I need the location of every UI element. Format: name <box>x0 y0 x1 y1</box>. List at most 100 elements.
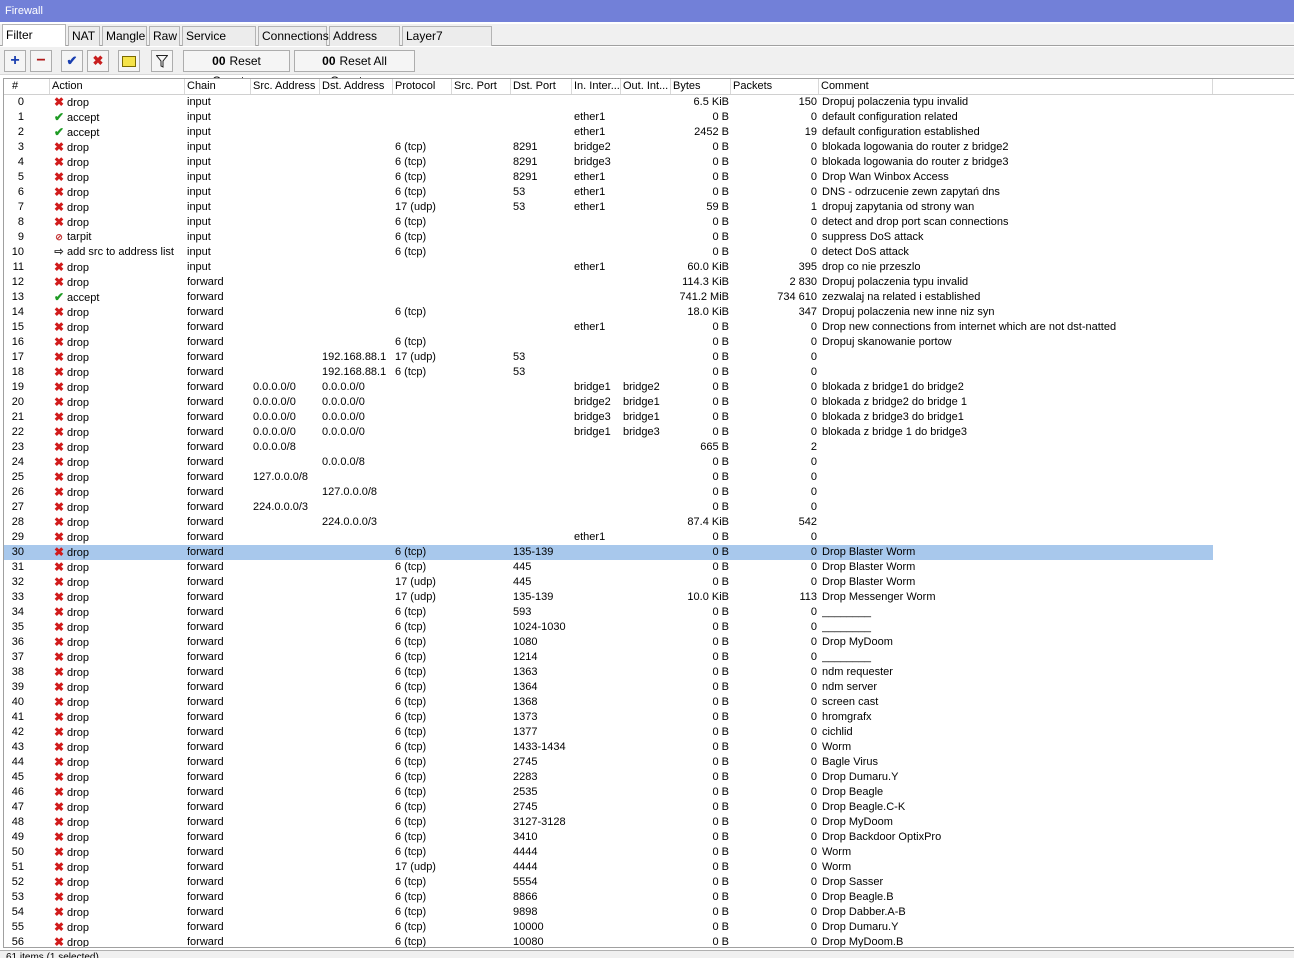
table-row[interactable]: 23 ✖ drop forward 0.0.0.0/8 665 B2 <box>4 440 1213 455</box>
tab-service-ports[interactable]: Service Ports <box>182 26 256 62</box>
table-row[interactable]: 38 ✖ drop forward 6 (tcp) 1363 0 B 0 ndm request… <box>4 665 1213 680</box>
table-row[interactable]: 24 ✖ drop forward 0.0.0.0/8 0 B0 <box>4 455 1213 470</box>
tab-connections[interactable]: Connections <box>258 26 329 46</box>
col-dst-port[interactable]: Dst. Port <box>511 79 572 94</box>
table-row[interactable]: 2 ✔ accept input ether1 2452 B 19 default confi… <box>4 125 1213 140</box>
filter-button[interactable] <box>151 50 173 72</box>
table-row[interactable]: 13 ✔ accept forward 741.2 MiB 734 610 zezwalaj… <box>4 290 1213 305</box>
table-row[interactable]: 28 ✖ drop forward 224.0.0.0/3 87.4 KiB 542 <box>4 515 1213 530</box>
table-row[interactable]: 41 ✖ drop forward 6 (tcp) 1373 0 B 0 hromgrafx <box>4 710 1213 725</box>
table-row[interactable]: 45 ✖ drop forward 6 (tcp) 2283 0 B 0 Drop Dumaru… <box>4 770 1213 785</box>
table-row[interactable]: 46 ✖ drop forward 6 (tcp) 2535 0 B 0 Drop Beagle <box>4 785 1213 800</box>
cell-protocol: 6 (tcp) <box>395 816 427 828</box>
table-row[interactable]: 18 ✖ drop forward 192.168.88.1 6 (tcp) 53 0 B0 <box>4 365 1213 380</box>
reset-all-counters-button[interactable]: 00Reset All Counters <box>294 50 415 88</box>
table-row[interactable]: 1 ✔ accept input ether1 0 B 0 default configura… <box>4 110 1213 125</box>
table-row[interactable]: 44 ✖ drop forward 6 (tcp) 2745 0 B 0 Bagle Virus <box>4 755 1213 770</box>
table-row[interactable]: 27 ✖ drop forward 224.0.0.0/3 0 B0 <box>4 500 1213 515</box>
table-row[interactable]: 9 ⊘ tarpit input 6 (tcp) 0 B 0 suppress DoS att… <box>4 230 1213 245</box>
col-dst-address[interactable]: Dst. Address <box>320 79 393 94</box>
table-row[interactable]: 37 ✖ drop forward 6 (tcp) 1214 0 B 0 ________ <box>4 650 1213 665</box>
remove-button[interactable]: − <box>30 50 52 72</box>
table-row[interactable]: 17 ✖ drop forward 192.168.88.1 17 (udp) 53 0 B0 <box>4 350 1213 365</box>
tab-mangle[interactable]: Mangle <box>102 26 147 46</box>
enable-button[interactable]: ✔ <box>61 50 83 72</box>
table-row[interactable]: 36 ✖ drop forward 6 (tcp) 1080 0 B 0 Drop MyDoom <box>4 635 1213 650</box>
cell-packets: 0 <box>810 186 817 198</box>
table-row[interactable]: 15 ✖ drop forward ether1 0 B 0 Drop new connect… <box>4 320 1213 335</box>
table-row[interactable]: 54 ✖ drop forward 6 (tcp) 9898 0 B 0 Drop Dabber… <box>4 905 1213 920</box>
table-row[interactable]: 40 ✖ drop forward 6 (tcp) 1368 0 B 0 screen cast <box>4 695 1213 710</box>
tab-layer7-protocols[interactable]: Layer7 Protocols <box>402 26 492 62</box>
drop-icon: ✖ <box>53 95 65 109</box>
table-row[interactable]: 35 ✖ drop forward 6 (tcp) 1024-1030 0 B 0 ______… <box>4 620 1213 635</box>
tab-raw[interactable]: Raw <box>149 26 180 46</box>
table-row[interactable]: 8 ✖ drop input 6 (tcp) 0 B 0 detect and drop po… <box>4 215 1213 230</box>
table-row[interactable]: 48 ✖ drop forward 6 (tcp) 3127-3128 0 B 0 Drop M… <box>4 815 1213 830</box>
cell-dst-address: 0.0.0.0/0 <box>322 426 365 438</box>
table-row[interactable]: 51 ✖ drop forward 17 (udp) 4444 0 B 0 Worm <box>4 860 1213 875</box>
col-bytes[interactable]: Bytes <box>671 79 731 94</box>
table-row[interactable]: 30 ✖ drop forward 6 (tcp) 135-139 0 B 0 Drop Bla… <box>4 545 1213 560</box>
table-row[interactable]: 49 ✖ drop forward 6 (tcp) 3410 0 B 0 Drop Backdo… <box>4 830 1213 845</box>
table-row[interactable]: 7 ✖ drop input 17 (udp) 53 ether1 59 B 1 dropuj z… <box>4 200 1213 215</box>
table-row[interactable]: 31 ✖ drop forward 6 (tcp) 445 0 B 0 Drop Blaster… <box>4 560 1213 575</box>
table-row[interactable]: 3 ✖ drop input 6 (tcp) 8291 bridge2 0 B 0 blokada… <box>4 140 1213 155</box>
col-in-interface[interactable]: In. Inter... <box>572 79 621 94</box>
col-chain[interactable]: Chain <box>185 79 251 94</box>
table-row[interactable]: 34 ✖ drop forward 6 (tcp) 593 0 B 0 ________ <box>4 605 1213 620</box>
table-row[interactable]: 55 ✖ drop forward 6 (tcp) 10000 0 B 0 Drop Dumar… <box>4 920 1213 935</box>
action-label: drop <box>67 412 90 424</box>
cell-comment: detect DoS attack <box>822 246 909 258</box>
table-row[interactable]: 19 ✖ drop forward 0.0.0.0/0 0.0.0.0/0 bridge1 b… <box>4 380 1213 395</box>
cell-src-address <box>253 680 320 695</box>
table-row[interactable]: 10 ⇨ add src to address list input 6 (tcp) 0 … <box>4 245 1213 260</box>
table-row[interactable]: 53 ✖ drop forward 6 (tcp) 8866 0 B 0 Drop Beagle… <box>4 890 1213 905</box>
disable-button[interactable]: ✖ <box>87 50 109 72</box>
table-row[interactable]: 14 ✖ drop forward 6 (tcp) 18.0 KiB 347 Dropuj p… <box>4 305 1213 320</box>
table-row[interactable]: 47 ✖ drop forward 6 (tcp) 2745 0 B 0 Drop Beagle… <box>4 800 1213 815</box>
action-label: drop <box>67 322 90 334</box>
col-src-port[interactable]: Src. Port <box>452 79 511 94</box>
table-row[interactable]: 16 ✖ drop forward 6 (tcp) 0 B 0 Dropuj skanowan… <box>4 335 1213 350</box>
reset-counters-button[interactable]: 00Reset Counters <box>183 50 290 88</box>
add-button[interactable]: + <box>4 50 26 72</box>
cell-dst-address <box>322 845 393 860</box>
table-row[interactable]: 11 ✖ drop input ether1 60.0 KiB 395 drop co nie… <box>4 260 1213 275</box>
col-action[interactable]: Action <box>50 79 185 94</box>
table-row[interactable]: 0 ✖ drop input 6.5 KiB 150 Dropuj polaczenia t… <box>4 95 1213 110</box>
table-row[interactable]: 26 ✖ drop forward 127.0.0.0/8 0 B0 <box>4 485 1213 500</box>
table-row[interactable]: 25 ✖ drop forward 127.0.0.0/8 0 B0 <box>4 470 1213 485</box>
comment-button[interactable] <box>118 50 140 72</box>
col-packets[interactable]: Packets <box>731 79 819 94</box>
col-comment[interactable]: Comment <box>819 79 1213 94</box>
table-row[interactable]: 20 ✖ drop forward 0.0.0.0/0 0.0.0.0/0 bridge2 b… <box>4 395 1213 410</box>
table-row[interactable]: 33 ✖ drop forward 17 (udp) 135-139 10.0 KiB 113… <box>4 590 1213 605</box>
cell-action: ✔ accept <box>52 110 184 125</box>
tab-nat[interactable]: NAT <box>68 26 100 46</box>
table-row[interactable]: 39 ✖ drop forward 6 (tcp) 1364 0 B 0 ndm server <box>4 680 1213 695</box>
col-protocol[interactable]: Protocol <box>393 79 452 94</box>
table-row[interactable]: 12 ✖ drop forward 114.3 KiB 2 830 Dropuj polac… <box>4 275 1213 290</box>
table-row[interactable]: 50 ✖ drop forward 6 (tcp) 4444 0 B 0 Worm <box>4 845 1213 860</box>
table-row[interactable]: 29 ✖ drop forward ether1 0 B0 <box>4 530 1213 545</box>
table-row[interactable]: 4 ✖ drop input 6 (tcp) 8291 bridge3 0 B 0 blokada… <box>4 155 1213 170</box>
table-row[interactable]: 32 ✖ drop forward 17 (udp) 445 0 B 0 Drop Blaste… <box>4 575 1213 590</box>
col-src-address[interactable]: Src. Address <box>251 79 320 94</box>
cell-bytes: 0 B <box>712 876 729 888</box>
table-row[interactable]: 22 ✖ drop forward 0.0.0.0/0 0.0.0.0/0 bridge1 b… <box>4 425 1213 440</box>
table-row[interactable]: 43 ✖ drop forward 6 (tcp) 1433-1434 0 B 0 Worm <box>4 740 1213 755</box>
tab-address-lists[interactable]: Address Lists <box>329 26 400 62</box>
tab-filter-rules[interactable]: Filter Rules <box>2 24 66 62</box>
col-number[interactable]: # <box>4 79 50 94</box>
table-row[interactable]: 52 ✖ drop forward 6 (tcp) 5554 0 B 0 Drop Sasser <box>4 875 1213 890</box>
cell-chain: forward <box>187 576 224 588</box>
cell-chain: forward <box>187 306 224 318</box>
table-row[interactable]: 21 ✖ drop forward 0.0.0.0/0 0.0.0.0/0 bridge3 b… <box>4 410 1213 425</box>
cell-bytes: 0 B <box>712 336 729 348</box>
col-out-interface[interactable]: Out. Int... <box>621 79 671 94</box>
table-row[interactable]: 56 ✖ drop forward 6 (tcp) 10080 0 B 0 Drop MyDoo… <box>4 935 1213 947</box>
table-row[interactable]: 6 ✖ drop input 6 (tcp) 53 ether1 0 B 0 DNS - odrz… <box>4 185 1213 200</box>
table-row[interactable]: 5 ✖ drop input 6 (tcp) 8291 ether1 0 B 0 Drop Wan… <box>4 170 1213 185</box>
table-row[interactable]: 42 ✖ drop forward 6 (tcp) 1377 0 B 0 cichlid <box>4 725 1213 740</box>
